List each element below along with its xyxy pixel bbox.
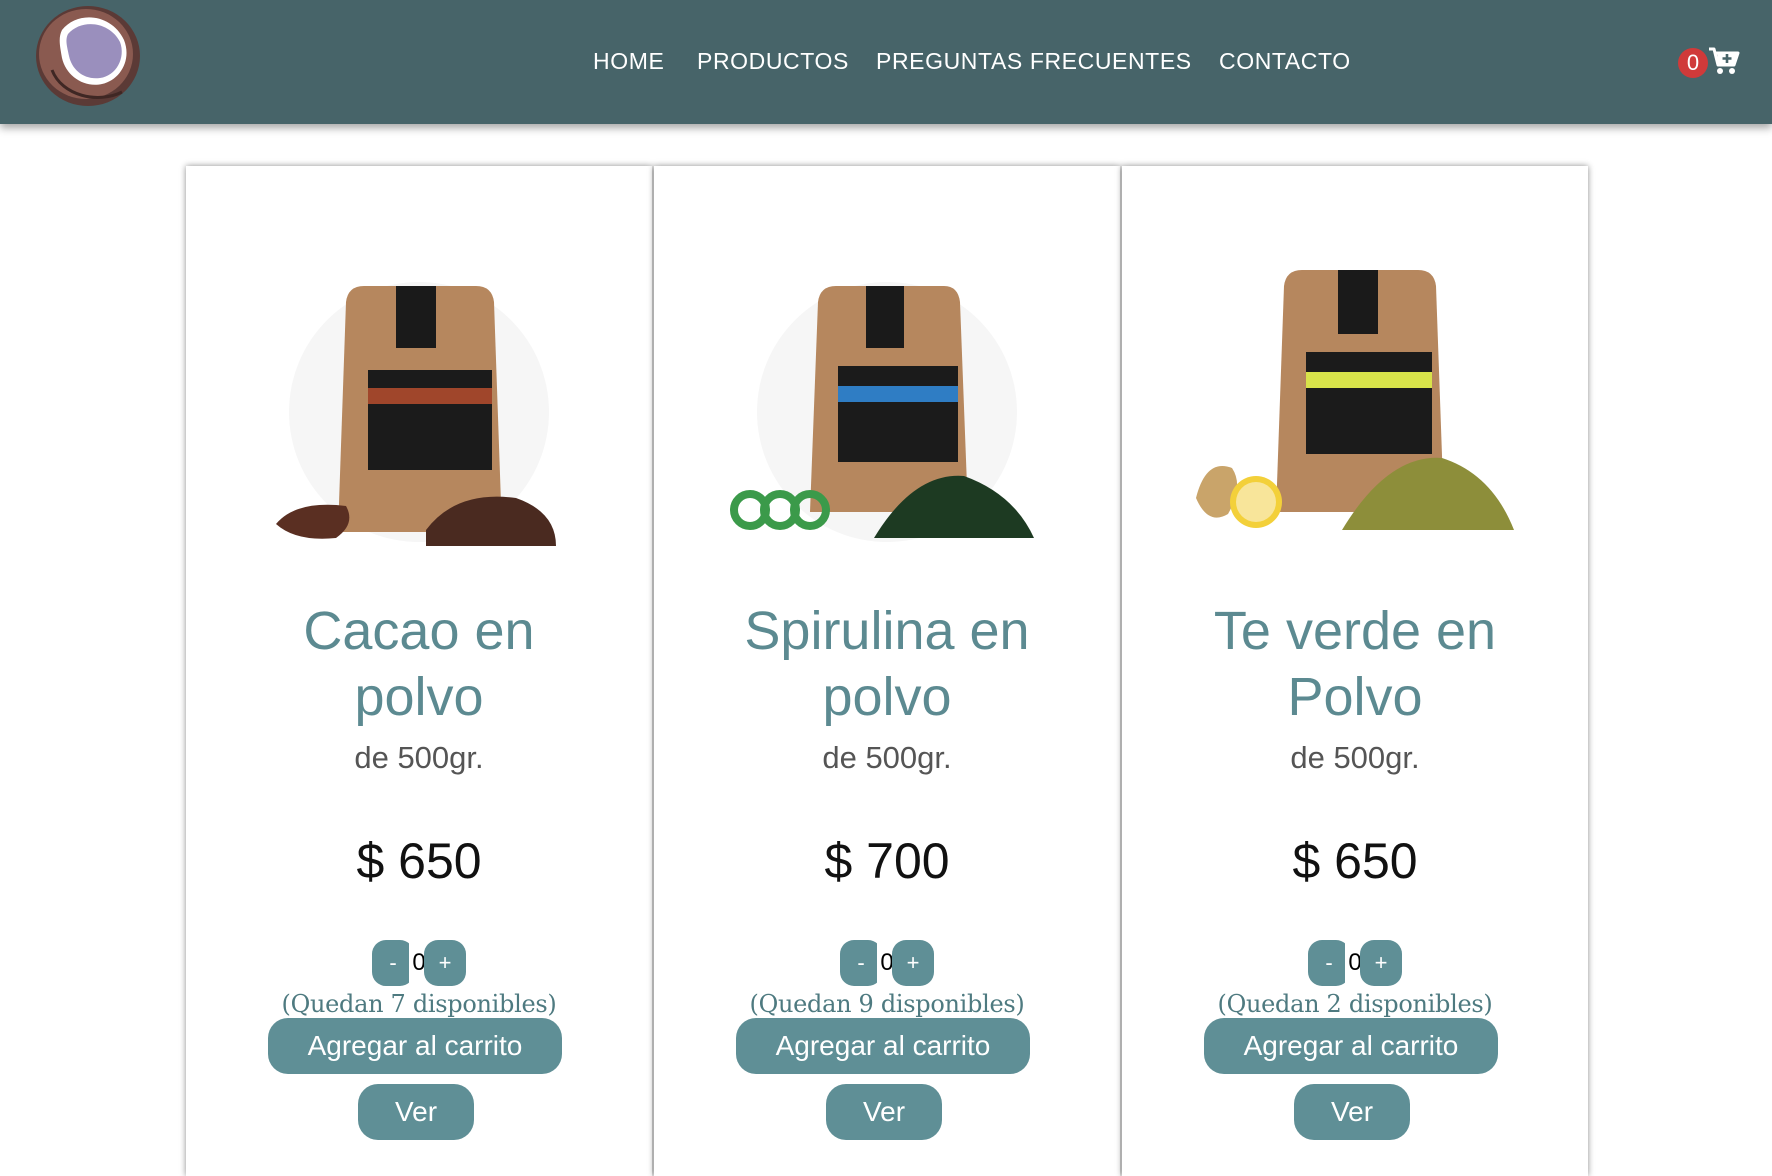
decrease-quantity-button[interactable]: - — [840, 940, 882, 986]
product-grid: Cacao en polvo de 500gr. $ 650 - 0 + (Qu… — [186, 166, 1588, 1176]
decrease-quantity-button[interactable]: - — [372, 940, 414, 986]
quantity-stepper: - 0 + — [840, 940, 936, 986]
add-to-cart-button[interactable]: Agregar al carrito — [736, 1018, 1030, 1074]
view-product-button[interactable]: Ver — [358, 1084, 474, 1140]
navbar: HOME PRODUCTOS PREGUNTAS FRECUENTES CONT… — [0, 0, 1772, 124]
increase-quantity-button[interactable]: + — [1360, 940, 1402, 986]
decrease-quantity-button[interactable]: - — [1308, 940, 1350, 986]
cart-plus-icon — [1708, 46, 1740, 76]
product-card-spirulina: Spirulina en polvo de 500gr. $ 700 - 0 +… — [654, 166, 1120, 1176]
product-title: Cacao en polvo — [226, 598, 612, 730]
product-size: de 500gr. — [822, 740, 952, 775]
product-title: Te verde en Polvo — [1162, 598, 1548, 730]
nav-home[interactable]: HOME — [593, 44, 664, 78]
quantity-stepper: - 0 + — [372, 940, 468, 986]
nav-preguntas-frecuentes[interactable]: PREGUNTAS FRECUENTES — [876, 44, 1192, 78]
cart-count-badge: 0 — [1678, 48, 1708, 78]
product-title-line1: Cacao en — [303, 601, 535, 661]
product-title-line2: polvo — [822, 667, 952, 727]
matcha-pouch-image[interactable] — [1192, 262, 1518, 562]
spirulina-pouch-image[interactable] — [724, 262, 1050, 562]
view-product-button[interactable]: Ver — [826, 1084, 942, 1140]
product-size: de 500gr. — [354, 740, 484, 775]
product-price: $ 700 — [824, 833, 950, 889]
cart-button[interactable]: 0 — [1676, 44, 1742, 84]
product-title-line1: Spirulina en — [744, 601, 1030, 661]
stock-available: (Quedan 7 disponibles) — [281, 990, 557, 1018]
nav-contacto[interactable]: CONTACTO — [1219, 44, 1351, 78]
product-title: Spirulina en polvo — [694, 598, 1080, 730]
nav-productos[interactable]: PRODUCTOS — [697, 44, 849, 78]
stock-available: (Quedan 9 disponibles) — [749, 990, 1025, 1018]
add-to-cart-button[interactable]: Agregar al carrito — [268, 1018, 562, 1074]
product-card-cacao: Cacao en polvo de 500gr. $ 650 - 0 + (Qu… — [186, 166, 652, 1176]
cacao-pouch-image[interactable] — [256, 262, 582, 562]
product-title-line2: Polvo — [1287, 667, 1423, 727]
quantity-stepper: - 0 + — [1308, 940, 1404, 986]
increase-quantity-button[interactable]: + — [892, 940, 934, 986]
add-to-cart-button[interactable]: Agregar al carrito — [1204, 1018, 1498, 1074]
product-title-line1: Te verde en — [1213, 601, 1497, 661]
product-price: $ 650 — [1292, 833, 1418, 889]
product-size: de 500gr. — [1290, 740, 1420, 775]
product-price: $ 650 — [356, 833, 482, 889]
increase-quantity-button[interactable]: + — [424, 940, 466, 986]
main-nav: HOME PRODUCTOS PREGUNTAS FRECUENTES CONT… — [0, 44, 1772, 78]
product-card-matcha: Te verde en Polvo de 500gr. $ 650 - 0 + … — [1122, 166, 1588, 1176]
view-product-button[interactable]: Ver — [1294, 1084, 1410, 1140]
stock-available: (Quedan 2 disponibles) — [1217, 990, 1493, 1018]
product-title-line2: polvo — [354, 667, 484, 727]
